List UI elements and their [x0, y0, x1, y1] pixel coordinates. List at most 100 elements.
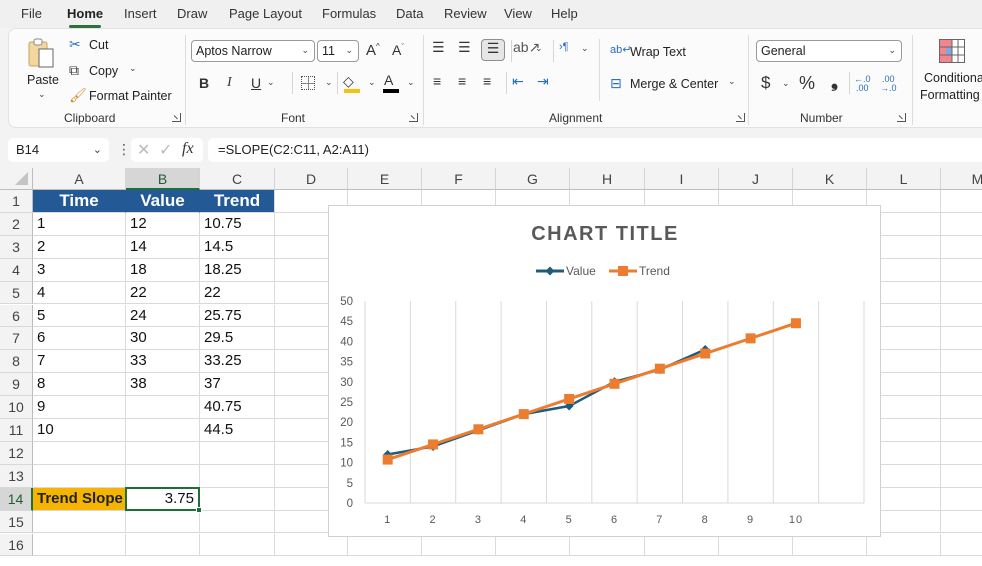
line-chart[interactable]: CHART TITLE Value Trend 0 5 10 15 20 25 30 35 40 4…	[328, 205, 881, 537]
tab-draw[interactable]: Draw	[177, 6, 207, 21]
cell-m1[interactable]	[941, 190, 982, 213]
column-header-l[interactable]: L	[867, 168, 941, 190]
increase-decimal-icon[interactable]: ←.0.00	[854, 75, 871, 93]
decrease-font-size-icon[interactable]: Aˇ	[392, 42, 404, 58]
tab-view[interactable]: View	[504, 6, 532, 21]
cell-m14[interactable]	[941, 488, 982, 511]
tab-home[interactable]: Home	[67, 6, 103, 28]
row-header-7[interactable]: 7	[0, 327, 33, 351]
cell-a10[interactable]: 9	[33, 396, 126, 419]
cell-m7[interactable]	[941, 327, 982, 351]
column-header-j[interactable]: J	[719, 168, 793, 190]
increase-indent-icon[interactable]: ⇥	[537, 73, 549, 90]
merge-center-button[interactable]: ⊟ Merge & Center ⌄	[610, 75, 740, 95]
row-header-3[interactable]: 3	[0, 235, 33, 259]
table-header-value[interactable]: Value	[126, 190, 200, 213]
trend-slope-label[interactable]: Trend Slope	[33, 487, 126, 511]
row-header-11[interactable]: 11	[0, 419, 33, 442]
table-header-time[interactable]: Time	[33, 190, 126, 213]
name-box[interactable]: B14 ⌄	[8, 138, 109, 162]
cut-button[interactable]: ✂ Cut	[69, 36, 129, 55]
row-header-15[interactable]: 15	[0, 510, 33, 534]
cell-m10[interactable]	[941, 396, 982, 419]
align-right-icon[interactable]: ≡	[483, 73, 491, 89]
cell-c6[interactable]: 25.75	[200, 304, 275, 328]
comma-style-button[interactable]: ❟	[831, 71, 838, 92]
row-header-8[interactable]: 8	[0, 350, 33, 374]
cell-a6[interactable]: 5	[33, 304, 126, 328]
cell-a9[interactable]: 8	[33, 373, 126, 397]
row-header-2[interactable]: 2	[0, 212, 33, 236]
row-header-4[interactable]: 4	[0, 258, 33, 282]
increase-font-size-icon[interactable]: A^	[366, 42, 380, 59]
borders-chevron-icon[interactable]: ⌄	[325, 77, 333, 88]
cell-a2[interactable]: 1	[33, 212, 126, 236]
number-format-dropdown[interactable]: General ⌄	[756, 40, 902, 62]
cell-a4[interactable]: 3	[33, 258, 126, 282]
row-header-10[interactable]: 10	[0, 396, 33, 419]
cell-b6[interactable]: 24	[126, 304, 200, 328]
fill-color-icon[interactable]: ◇	[343, 73, 354, 90]
column-header-e[interactable]: E	[348, 168, 422, 190]
fill-color-chevron-icon[interactable]: ⌄	[368, 77, 376, 88]
cell-a12[interactable]	[33, 441, 126, 465]
cell-m5[interactable]	[941, 282, 982, 305]
align-left-icon[interactable]: ≡	[433, 73, 441, 89]
percent-button[interactable]: %	[799, 73, 815, 94]
cell-m6[interactable]	[941, 305, 982, 328]
column-header-a[interactable]: A	[33, 168, 126, 190]
cell-b10[interactable]	[126, 396, 200, 419]
cell-c9[interactable]: 37	[200, 373, 275, 397]
column-header-k[interactable]: K	[793, 168, 867, 190]
cell-c11[interactable]: 44.5	[200, 419, 275, 442]
cell-b2[interactable]: 12	[126, 212, 200, 236]
enter-icon[interactable]: ✓	[159, 140, 172, 160]
font-color-icon[interactable]: A	[384, 72, 393, 88]
cell-b5[interactable]: 22	[126, 281, 200, 305]
cell-c15[interactable]	[200, 510, 275, 534]
font-color-chevron-icon[interactable]: ⌄	[407, 77, 415, 88]
bold-button[interactable]: B	[199, 75, 209, 91]
underline-button[interactable]: U	[251, 75, 261, 91]
cell-m3[interactable]	[941, 236, 982, 259]
row-header-9[interactable]: 9	[0, 373, 33, 397]
table-header-trend[interactable]: Trend	[200, 190, 275, 213]
underline-chevron-icon[interactable]: ⌄	[267, 77, 275, 88]
column-header-i[interactable]: I	[645, 168, 719, 190]
column-header-h[interactable]: H	[570, 168, 645, 190]
cell-b12[interactable]	[126, 441, 200, 465]
tab-formulas[interactable]: Formulas	[322, 6, 376, 21]
clipboard-launcher-icon[interactable]	[172, 113, 181, 122]
cell-b4[interactable]: 18	[126, 258, 200, 282]
font-launcher-icon[interactable]	[409, 113, 418, 122]
tab-help[interactable]: Help	[551, 6, 578, 21]
text-direction-chevron-icon[interactable]: ⌄	[581, 43, 589, 54]
cell-b11[interactable]	[126, 419, 200, 442]
cell-b9[interactable]: 38	[126, 373, 200, 397]
cell-c4[interactable]: 18.25	[200, 258, 275, 282]
paste-chevron-icon[interactable]: ⌄	[38, 89, 46, 100]
fill-handle[interactable]	[196, 506, 202, 513]
font-name-dropdown[interactable]: Aptos Narrow ⌄	[191, 40, 315, 62]
merge-chevron-icon[interactable]: ⌄	[728, 76, 736, 87]
cell-a5[interactable]: 4	[33, 281, 126, 305]
font-size-dropdown[interactable]: 11 ⌄	[317, 40, 359, 62]
cell-b16[interactable]	[126, 533, 200, 557]
wrap-text-button[interactable]: ab↵ Wrap Text	[610, 43, 690, 63]
tab-data[interactable]: Data	[396, 6, 423, 21]
column-header-d[interactable]: D	[275, 168, 348, 190]
row-header-1[interactable]: 1	[0, 190, 33, 213]
currency-chevron-icon[interactable]: ⌄	[782, 78, 790, 89]
row-header-13[interactable]: 13	[0, 464, 33, 488]
row-header-6[interactable]: 6	[0, 304, 33, 328]
cell-m8[interactable]	[941, 350, 982, 374]
select-all-button[interactable]	[0, 168, 33, 190]
cell-m13[interactable]	[941, 465, 982, 488]
cell-b8[interactable]: 33	[126, 350, 200, 374]
cell-c8[interactable]: 33.25	[200, 350, 275, 374]
paste-button[interactable]: Paste ⌄	[23, 37, 61, 103]
cell-c3[interactable]: 14.5	[200, 235, 275, 259]
cell-c2[interactable]: 10.75	[200, 212, 275, 236]
borders-icon[interactable]	[301, 76, 315, 90]
cell-a13[interactable]	[33, 464, 126, 488]
